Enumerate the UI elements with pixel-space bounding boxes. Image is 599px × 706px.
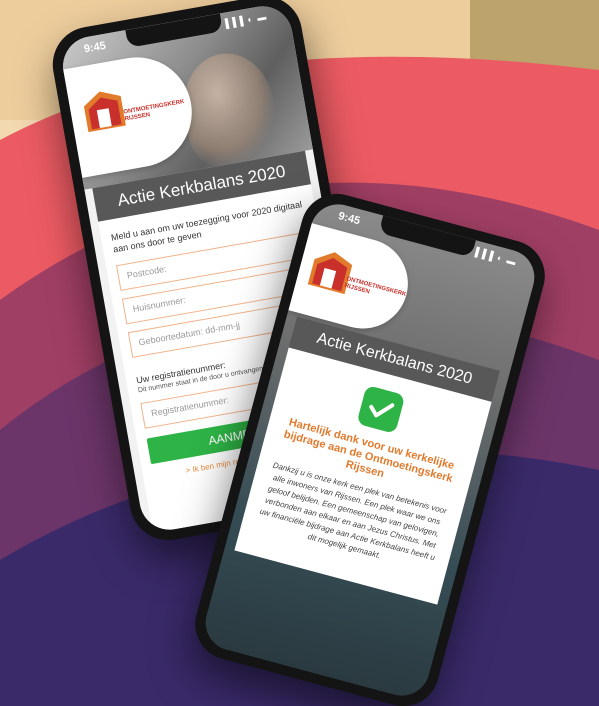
geboortedatum-placeholder: Geboortedatum: dd-mm-jj	[137, 319, 241, 348]
church-logo-text: ONTMOETINGSKERK RIJSSEN	[123, 99, 185, 123]
promo-scene: 9:45 ▐▐▐ ◐ ▬ ONTMOETINGSKERK RIJSSEN Act…	[0, 0, 599, 706]
checkmark-badge	[356, 384, 406, 434]
huisnummer-placeholder: Huisnummer:	[131, 294, 187, 314]
church-logo-text: ONTMOETINGSKERK RIJSSEN	[343, 276, 407, 298]
check-icon	[369, 403, 395, 418]
status-icons: ▐▐▐ ◐ ▬	[471, 245, 518, 268]
postcode-placeholder: Postcode:	[126, 263, 168, 281]
church-logo-icon	[83, 91, 126, 133]
status-time: 9:45	[336, 210, 362, 228]
status-time: 9:45	[83, 39, 107, 56]
registration-number-placeholder: Registratienummer:	[150, 394, 230, 419]
